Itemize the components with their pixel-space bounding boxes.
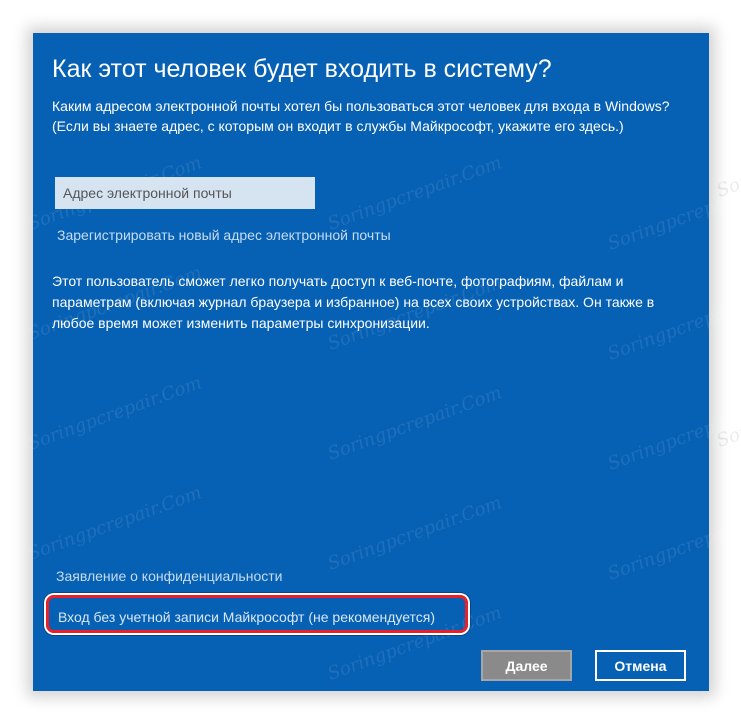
screenshot-page: Soringpcrepair.Com Soringpcrepair.Com So… — [0, 0, 741, 725]
watermark: Soringpcrepair.Com — [24, 482, 205, 565]
watermark: Soringpcrepair.Com — [324, 152, 505, 235]
email-address-input[interactable] — [55, 177, 315, 209]
register-new-email-link[interactable]: Зарегистрировать новый адрес электронной… — [57, 225, 391, 245]
watermark: Soringpcrepair.Com — [604, 392, 741, 475]
next-button[interactable]: Далее — [481, 650, 572, 681]
sign-in-without-microsoft-account-link[interactable]: Вход без учетной записи Майкрософт (не р… — [58, 607, 435, 627]
watermark: Soringpcrepair.Com — [604, 502, 741, 585]
watermark: Soringpcrepair.Com — [713, 119, 741, 202]
watermark: Soringpcrepair.Com — [604, 172, 741, 255]
watermark: Soringpcrepair.Com — [713, 369, 741, 452]
watermark: Soringpcrepair.Com — [24, 372, 205, 455]
dialog-title: Как этот человек будет входить в систему… — [52, 55, 552, 83]
cancel-button[interactable]: Отмена — [595, 650, 686, 681]
sync-info-text: Этот пользователь сможет легко получать … — [52, 273, 655, 331]
sign-in-method-dialog: Soringpcrepair.Com Soringpcrepair.Com So… — [25, 33, 741, 691]
privacy-statement-link[interactable]: Заявление о конфиденциальности — [56, 566, 282, 586]
dialog-description: Каким адресом электронной почты хотел бы… — [52, 98, 670, 134]
watermark: Soringpcrepair.Com — [324, 382, 505, 465]
watermark: Soringpcrepair.Com — [324, 492, 505, 575]
